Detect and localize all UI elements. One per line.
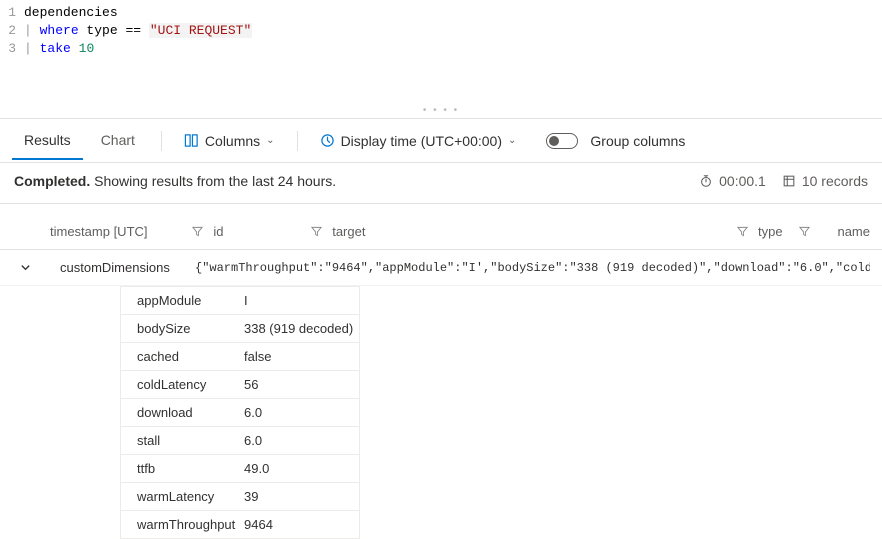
editor-line[interactable]: 3| take 10 (0, 40, 882, 58)
detail-row: download6.0 (121, 399, 359, 427)
detail-row: stall6.0 (121, 427, 359, 455)
detail-value: 338 (919 decoded) (236, 321, 359, 336)
detail-row: warmLatency39 (121, 483, 359, 511)
detail-row: appModuleI (121, 287, 359, 315)
elapsed-value: 00:00.1 (719, 173, 766, 189)
elapsed-stat: 00:00.1 (699, 173, 766, 189)
filter-icon[interactable] (192, 226, 203, 237)
column-header-timestamp[interactable]: timestamp [UTC] (50, 224, 213, 239)
detail-value: 6.0 (236, 405, 359, 420)
detail-value: 39 (236, 489, 359, 504)
line-number: 1 (0, 4, 24, 22)
editor-line[interactable]: 2| where type == "UCI REQUEST" (0, 22, 882, 40)
expanded-field-value: {"warmThroughput":"9464","appModule":"I … (195, 261, 870, 275)
detail-row: cachedfalse (121, 343, 359, 371)
detail-key: ttfb (121, 461, 236, 476)
collapse-toggle[interactable] (20, 262, 40, 273)
detail-key: stall (121, 433, 236, 448)
detail-key: coldLatency (121, 377, 236, 392)
records-value: 10 records (802, 173, 868, 189)
status-bar: Completed. Showing results from the last… (0, 163, 882, 204)
detail-key: bodySize (121, 321, 236, 336)
code-content[interactable]: | take 10 (24, 40, 94, 58)
columns-label: Columns (205, 133, 260, 149)
toggle-switch-icon (546, 133, 578, 149)
pane-resize-handle[interactable]: • • • • (0, 105, 882, 116)
display-time-label: Display time (UTC+00:00) (341, 133, 502, 149)
display-time-button[interactable]: Display time (UTC+00:00) ⌄ (312, 129, 525, 153)
detail-row: warmThroughput9464 (121, 511, 359, 539)
status-showing: Showing results from the last 24 hours. (90, 173, 336, 189)
filter-icon[interactable] (311, 226, 322, 237)
status-completed: Completed. (14, 173, 90, 189)
divider (161, 131, 162, 151)
detail-row: ttfb49.0 (121, 455, 359, 483)
code-content[interactable]: | where type == "UCI REQUEST" (24, 22, 252, 40)
code-content[interactable]: dependencies (24, 4, 118, 22)
column-header-name[interactable]: name (817, 224, 870, 239)
group-columns-toggle[interactable]: Group columns (538, 129, 693, 153)
divider (297, 131, 298, 151)
results-toolbar: Results Chart Columns ⌄ Display time (UT… (0, 119, 882, 163)
detail-key: download (121, 405, 236, 420)
column-header-id[interactable]: id (213, 224, 332, 239)
editor-line[interactable]: 1dependencies (0, 4, 882, 22)
detail-row: coldLatency56 (121, 371, 359, 399)
detail-key: warmLatency (121, 489, 236, 504)
expanded-field-name: customDimensions (40, 260, 195, 275)
chevron-down-icon: ⌄ (266, 135, 274, 146)
filter-icon[interactable] (737, 226, 748, 237)
detail-value: I (236, 293, 359, 308)
chevron-down-icon: ⌄ (508, 135, 516, 146)
line-number: 2 (0, 22, 24, 40)
detail-value: 56 (236, 377, 359, 392)
line-number: 3 (0, 40, 24, 58)
tab-results[interactable]: Results (12, 122, 83, 160)
group-columns-label: Group columns (590, 133, 685, 149)
column-header-type[interactable]: type (758, 224, 817, 239)
records-stat: 10 records (782, 173, 868, 189)
results-grid-header: timestamp [UTC] id target type name (0, 214, 882, 250)
filter-icon[interactable] (799, 226, 810, 237)
columns-icon (184, 133, 199, 148)
stopwatch-icon (699, 174, 714, 189)
detail-value: 6.0 (236, 433, 359, 448)
columns-button[interactable]: Columns ⌄ (176, 129, 283, 153)
records-icon (782, 174, 797, 189)
detail-key: appModule (121, 293, 236, 308)
detail-value: 49.0 (236, 461, 359, 476)
query-editor[interactable]: 1dependencies2| where type == "UCI REQUE… (0, 0, 882, 119)
clock-icon (320, 133, 335, 148)
detail-key: cached (121, 349, 236, 364)
expanded-row: customDimensions {"warmThroughput":"9464… (0, 250, 882, 286)
detail-row: bodySize338 (919 decoded) (121, 315, 359, 343)
column-header-target[interactable]: target (332, 224, 758, 239)
custom-dimensions-table: appModuleIbodySize338 (919 decoded)cache… (120, 286, 360, 539)
tab-chart[interactable]: Chart (89, 122, 147, 160)
detail-value: false (236, 349, 359, 364)
